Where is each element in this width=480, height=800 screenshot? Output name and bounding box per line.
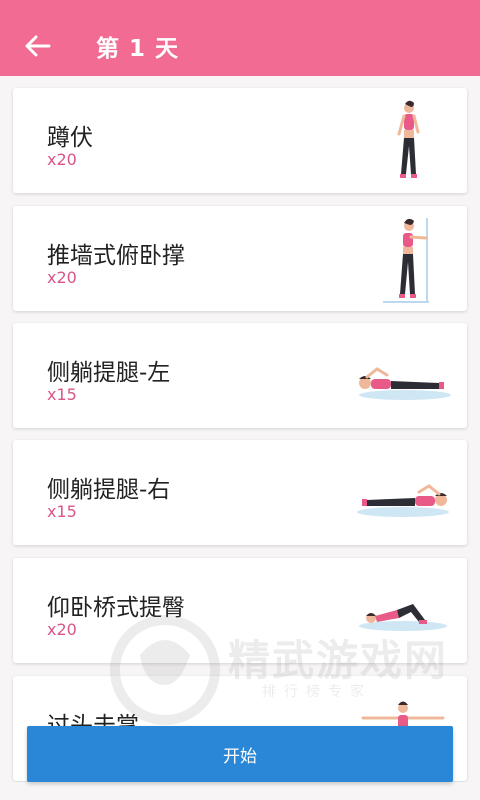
exercise-card-side-leg-lift-right[interactable]: 侧躺提腿-右 x15 (13, 440, 467, 545)
exercise-name: 侧躺提腿-右 (47, 477, 171, 503)
exercise-card-squat[interactable]: 蹲伏 x20 (13, 88, 467, 193)
exercise-name: 仰卧桥式提臀 (47, 595, 185, 621)
exercise-count: x15 (47, 502, 77, 521)
exercise-card-wall-pushup[interactable]: 推墙式俯卧撑 x20 (13, 206, 467, 311)
page-title: 第 1 天 (96, 36, 180, 62)
wall-pushup-illustration (383, 218, 429, 303)
exercise-count: x15 (47, 385, 77, 404)
exercise-name: 蹲伏 (47, 125, 93, 151)
status-bar (0, 0, 480, 14)
bottom-background (0, 782, 480, 800)
arrow-left-icon (25, 35, 51, 57)
exercise-card-glute-bridge[interactable]: 仰卧桥式提臀 x20 (13, 558, 467, 663)
start-button[interactable]: 开始 (27, 726, 453, 782)
app-bar: 第 1 天 (0, 14, 480, 76)
squat-illustration (397, 100, 420, 178)
exercise-count: x20 (47, 620, 77, 639)
exercise-name: 侧躺提腿-左 (47, 360, 171, 386)
side-leg-lift-left-illustration (359, 367, 451, 400)
side-leg-lift-right-illustration (357, 484, 449, 517)
exercise-count: x20 (47, 150, 77, 169)
exercise-name: 推墙式俯卧撑 (47, 243, 185, 269)
exercise-card-side-leg-lift-left[interactable]: 侧躺提腿-左 x15 (13, 323, 467, 428)
glute-bridge-illustration (359, 604, 447, 631)
back-button[interactable] (22, 30, 54, 62)
exercise-count: x20 (47, 268, 77, 287)
